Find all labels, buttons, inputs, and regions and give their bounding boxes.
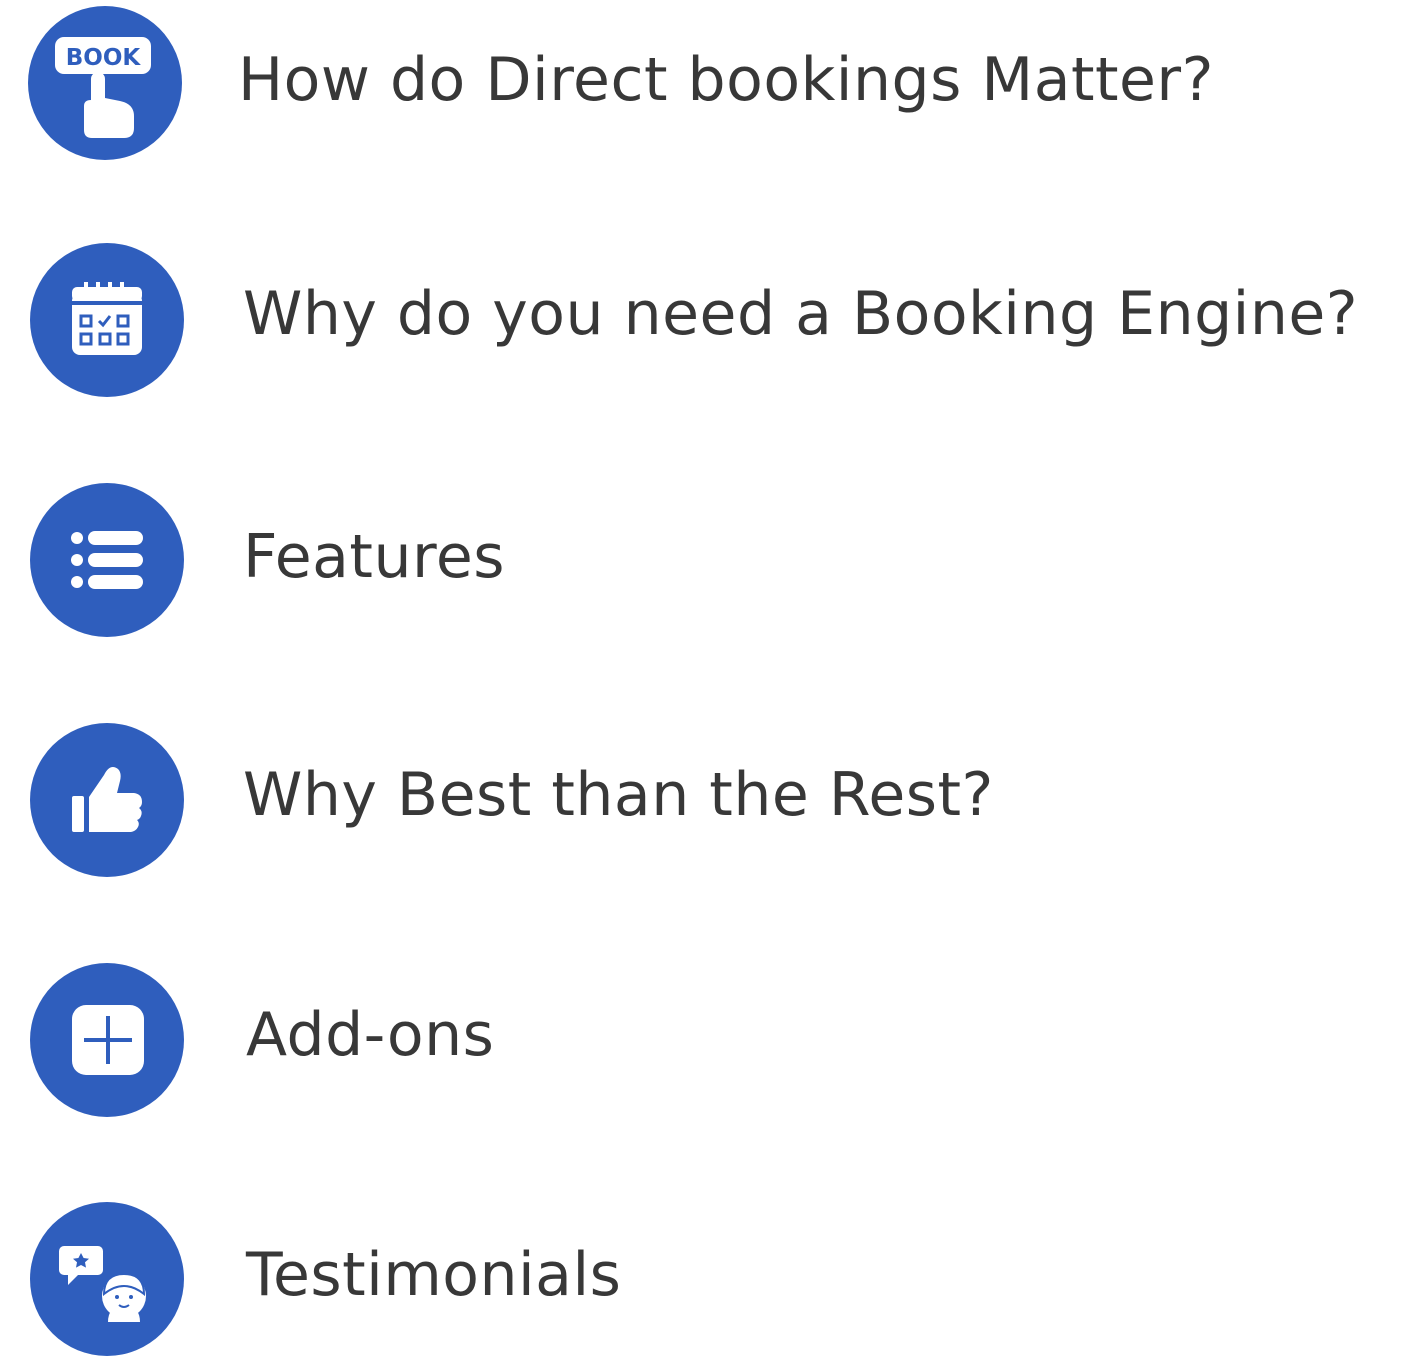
book-icon-label: BOOK <box>66 45 142 71</box>
menu-item-features[interactable]: Features <box>0 480 1407 640</box>
list-icon <box>30 483 184 637</box>
menu-item-label: Why do you need a Booking Engine? <box>243 279 1359 349</box>
menu-item-label: Why Best than the Rest? <box>243 760 994 830</box>
menu-item-best-than-rest[interactable]: Why Best than the Rest? <box>0 720 1407 880</box>
book-tap-icon: BOOK <box>28 6 182 160</box>
thumbs-up-icon <box>30 723 184 877</box>
testimonial-user-star-icon <box>30 1202 184 1356</box>
menu-item-label: Features <box>243 522 505 592</box>
menu-item-add-ons[interactable]: Add-ons <box>0 960 1407 1120</box>
menu-item-label: Testimonials <box>246 1240 622 1310</box>
plus-square-icon <box>30 963 184 1117</box>
menu-item-label: How do Direct bookings Matter? <box>238 45 1214 115</box>
menu-item-label: Add-ons <box>246 1000 495 1070</box>
calendar-check-icon <box>30 243 184 397</box>
menu-item-booking-engine[interactable]: Why do you need a Booking Engine? <box>0 240 1407 400</box>
menu-item-direct-bookings[interactable]: BOOK How do Direct bookings Matter? <box>0 3 1407 163</box>
menu-item-testimonials[interactable]: Testimonials <box>0 1198 1407 1358</box>
